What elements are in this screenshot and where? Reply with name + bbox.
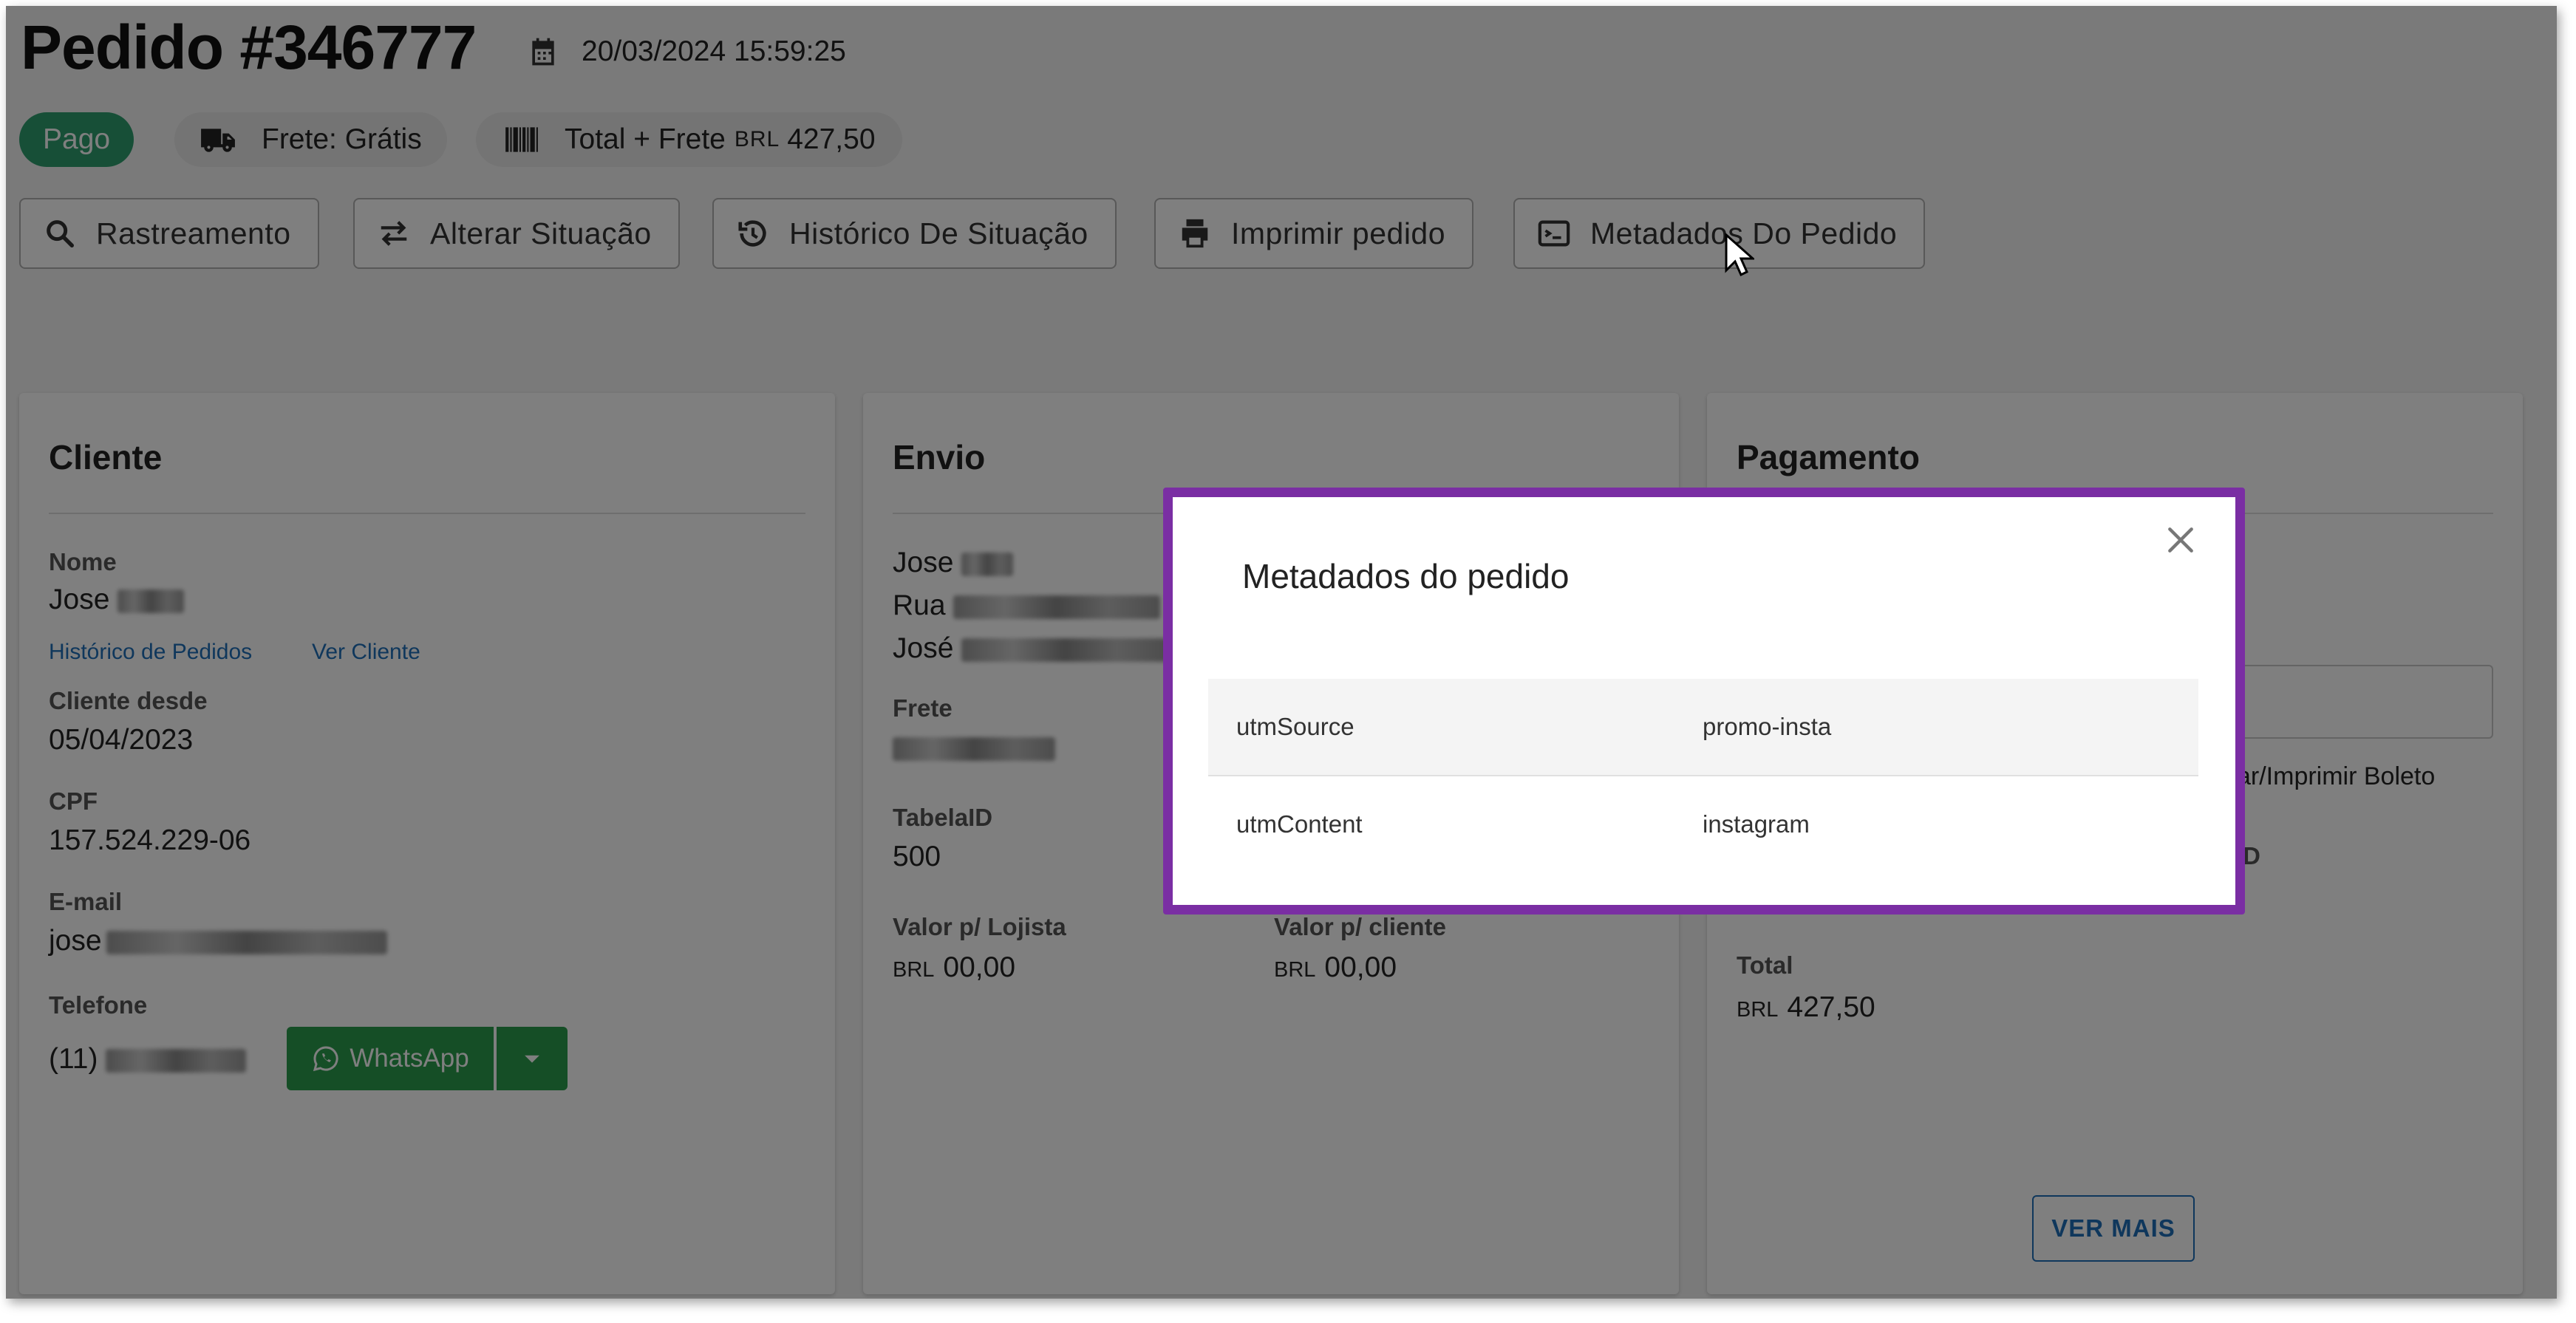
metadata-key: utmContent (1236, 810, 1363, 838)
modal-title: Metadados do pedido (1242, 557, 1570, 595)
order-page: Pedido #346777 20/03/2024 15:59:25 Pago … (6, 6, 2557, 1299)
mouse-cursor-icon (1725, 233, 1754, 277)
app-window: Pedido #346777 20/03/2024 15:59:25 Pago … (6, 6, 2557, 1299)
metadata-value: promo-insta (1703, 713, 1832, 740)
table-row: utmContent instagram (1208, 776, 2198, 872)
metadata-table: utmSource promo-insta utmContent instagr… (1208, 679, 2198, 872)
table-row: utmSource promo-insta (1208, 679, 2198, 776)
metadata-modal: Metadados do pedido utmSource promo-inst… (1163, 488, 2245, 915)
metadata-key: utmSource (1236, 713, 1355, 740)
metadata-value: instagram (1703, 810, 1810, 838)
close-icon[interactable] (2164, 524, 2197, 556)
